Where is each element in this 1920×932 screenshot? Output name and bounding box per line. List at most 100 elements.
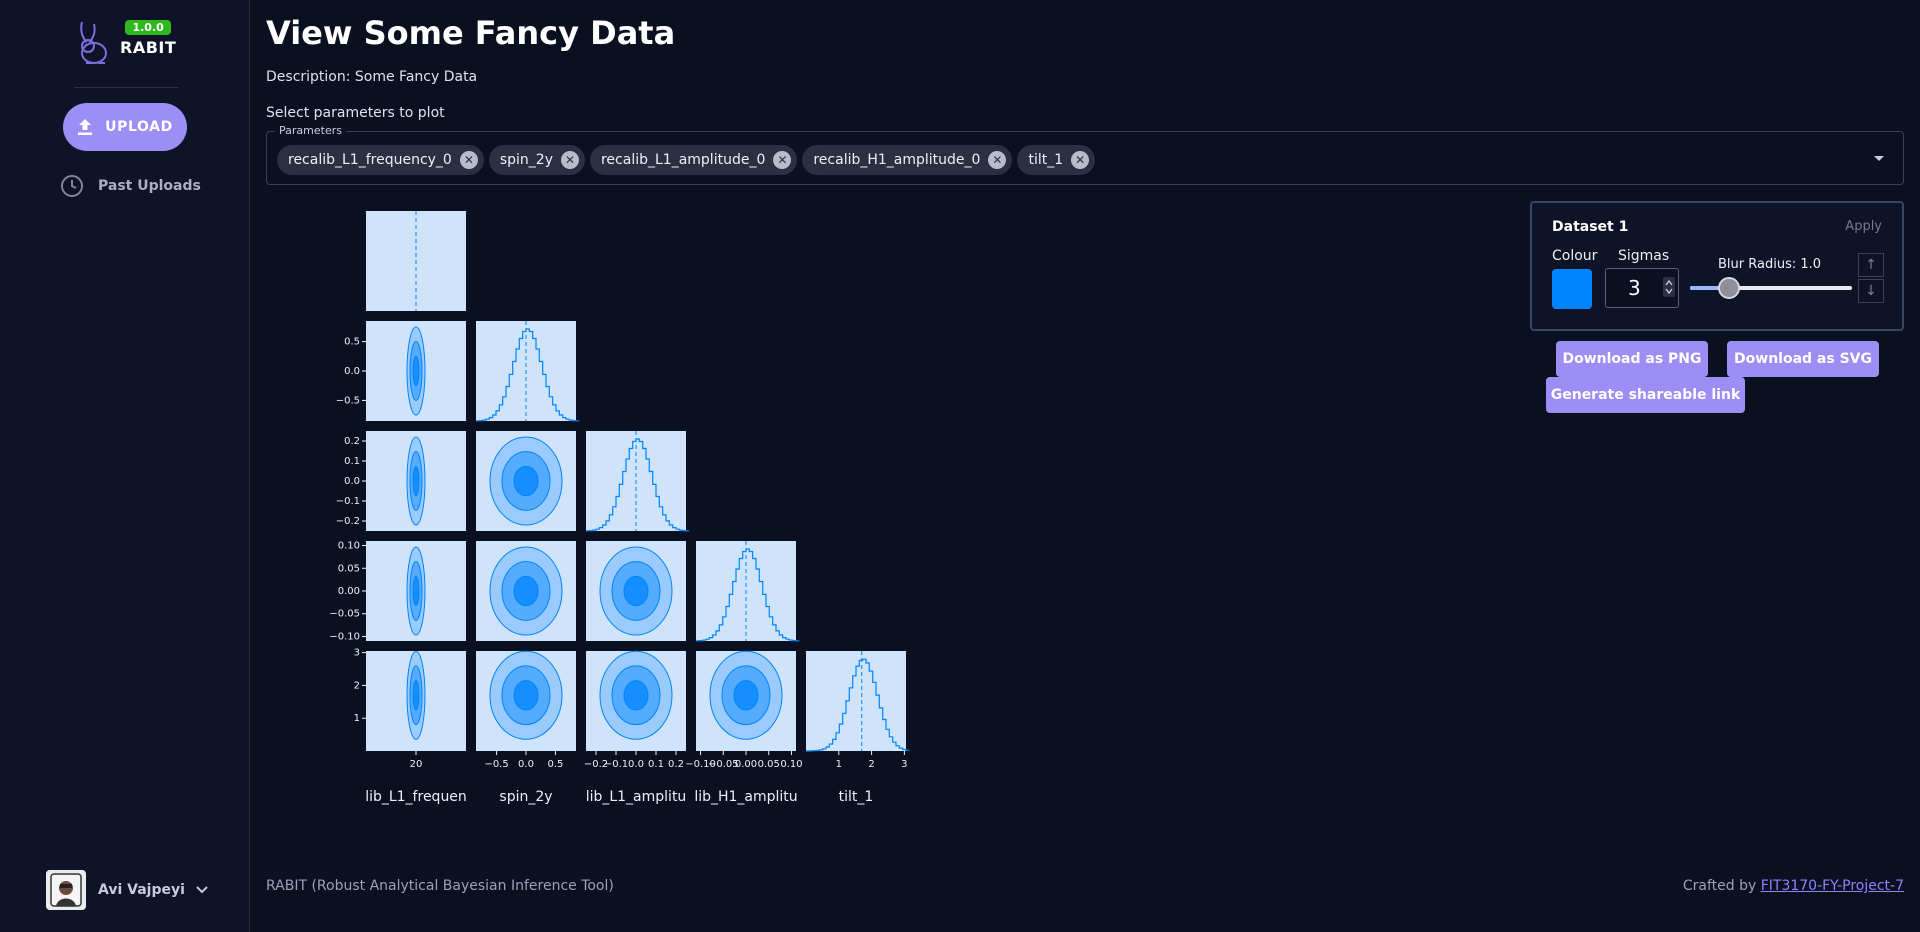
- dataset-title: Dataset 1: [1552, 219, 1629, 235]
- y-tick-label: −0.1: [336, 496, 360, 507]
- dataset-card: Dataset 1 Apply Colour Sigmas Blur Radiu…: [1530, 201, 1904, 331]
- chip-label: recalib_L1_frequency_0: [288, 152, 452, 168]
- clock-icon: [61, 175, 83, 197]
- parameters-legend: Parameters: [275, 124, 346, 137]
- y-tick-label: 0.0: [344, 366, 360, 377]
- contour-level-1: [733, 680, 759, 711]
- y-tick-label: 0.5: [344, 337, 360, 348]
- x-axis-title: lib_L1_amplitu: [586, 789, 687, 805]
- colour-label: Colour: [1552, 248, 1598, 264]
- x-axis-title: lib_L1_frequen: [365, 789, 467, 805]
- contour-level-1: [513, 680, 539, 711]
- blur-radius-label: Blur Radius: 1.0: [1718, 257, 1822, 272]
- chip-remove-icon[interactable]: ✕: [459, 151, 478, 169]
- contour-level-1: [412, 465, 420, 497]
- contour-level-1: [623, 575, 649, 607]
- select-parameters-label: Select parameters to plot: [266, 105, 445, 121]
- upload-icon: [78, 119, 93, 135]
- parameters-select[interactable]: Parameters recalib_L1_frequency_0 ✕ spin_…: [266, 124, 1904, 185]
- x-tick-label: 3: [901, 759, 907, 770]
- footer-credit: Crafted by FIT3170-FY-Project-7: [1683, 878, 1904, 894]
- y-tick-label: 0.2: [344, 436, 360, 447]
- x-tick-label: 20: [410, 759, 423, 770]
- past-uploads-link[interactable]: Past Uploads: [60, 174, 201, 198]
- contour-level-1: [412, 355, 420, 387]
- parameter-chip[interactable]: recalib_H1_amplitude_0 ✕: [802, 145, 1013, 175]
- colour-picker[interactable]: [1552, 269, 1592, 309]
- avatar: [46, 870, 86, 910]
- y-tick-label: −0.2: [336, 516, 360, 527]
- parameter-chip[interactable]: tilt_1 ✕: [1017, 145, 1096, 175]
- chip-remove-icon[interactable]: ✕: [560, 151, 579, 169]
- contour-level-1: [623, 680, 649, 711]
- parameter-chip[interactable]: spin_2y ✕: [488, 145, 585, 175]
- download-svg-button[interactable]: Download as SVG: [1727, 341, 1879, 377]
- parameter-chip[interactable]: recalib_L1_frequency_0 ✕: [277, 145, 484, 175]
- chip-label: spin_2y: [499, 152, 553, 168]
- slider-thumb[interactable]: [1717, 277, 1740, 299]
- parameter-chips: recalib_L1_frequency_0 ✕ spin_2y ✕ recalib…: [277, 145, 1096, 175]
- dropdown-arrow-icon[interactable]: [1873, 155, 1885, 163]
- version-badge: 1.0.0: [125, 20, 171, 35]
- chip-remove-icon[interactable]: ✕: [1071, 151, 1090, 169]
- past-uploads-label: Past Uploads: [98, 178, 201, 194]
- y-tick-label: −0.05: [329, 609, 360, 620]
- chip-remove-icon[interactable]: ✕: [773, 151, 792, 169]
- blur-radius-slider[interactable]: [1690, 277, 1852, 299]
- chevron-down-icon[interactable]: [195, 885, 209, 895]
- x-tick-label: 0.2: [668, 759, 684, 770]
- y-tick-label: 3: [354, 648, 360, 659]
- y-tick-label: 0.00: [338, 586, 360, 597]
- move-up-button[interactable]: ↑: [1858, 253, 1884, 277]
- description: Description: Some Fancy Data: [266, 69, 478, 85]
- divider: [74, 87, 178, 88]
- x-tick-label: 0.00: [735, 759, 757, 770]
- x-tick-label: −0.5: [484, 759, 508, 770]
- contour-level-1: [513, 575, 539, 607]
- chip-label: tilt_1: [1028, 152, 1064, 168]
- y-tick-label: −0.5: [336, 395, 360, 406]
- move-down-button[interactable]: ↓: [1858, 279, 1884, 303]
- user-menu[interactable]: Avi Vajpeyi: [46, 870, 209, 910]
- chip-remove-icon[interactable]: ✕: [988, 151, 1007, 169]
- brand[interactable]: 1.0.0 RABIT: [74, 20, 176, 68]
- download-png-button[interactable]: Download as PNG: [1556, 341, 1708, 377]
- x-tick-label: 0.0: [628, 759, 644, 770]
- x-tick-label: −0.1: [604, 759, 628, 770]
- y-tick-label: 0.0: [344, 476, 360, 487]
- x-axis-title: lib_H1_amplitu: [694, 789, 797, 805]
- brand-name: RABIT: [120, 38, 177, 57]
- apply-button[interactable]: Apply: [1845, 219, 1882, 234]
- y-tick-label: 0.1: [344, 456, 360, 467]
- contour-level-1: [412, 680, 420, 711]
- contour-level-1: [513, 465, 539, 497]
- rabbit-logo-icon: [80, 21, 107, 64]
- x-tick-label: 0.5: [547, 759, 563, 770]
- footer-tool-name: RABIT (Robust Analytical Bayesian Infere…: [266, 878, 614, 894]
- sidebar: 1.0.0 RABIT UPLOAD Past Uploads Avi Vajp…: [0, 0, 250, 932]
- chip-label: recalib_H1_amplitude_0: [813, 152, 981, 168]
- upload-label: UPLOAD: [105, 119, 173, 135]
- x-axis-title: tilt_1: [839, 789, 874, 805]
- y-tick-label: −0.10: [329, 631, 360, 642]
- y-tick-label: 0.10: [338, 541, 360, 552]
- project-link[interactable]: FIT3170-FY-Project-7: [1761, 878, 1904, 894]
- x-axis-title: spin_2y: [499, 789, 552, 805]
- page-title: View Some Fancy Data: [266, 14, 676, 52]
- stepper-arrows-icon[interactable]: [1663, 277, 1675, 297]
- parameter-chip[interactable]: recalib_L1_amplitude_0 ✕: [589, 145, 798, 175]
- y-tick-label: 2: [354, 680, 360, 691]
- corner-plot: 0.50.0−0.5spin_2y0.20.10.0−0.1−0.2lib_L1…: [329, 211, 910, 805]
- upload-button[interactable]: UPLOAD: [63, 103, 187, 151]
- x-tick-label: 0.1: [648, 759, 664, 770]
- x-tick-label: 0.05: [758, 759, 780, 770]
- x-tick-label: 0.0: [518, 759, 534, 770]
- x-tick-label: 0.10: [780, 759, 802, 770]
- chip-label: recalib_L1_amplitude_0: [600, 152, 766, 168]
- contour-level-1: [412, 575, 420, 607]
- user-name: Avi Vajpeyi: [98, 882, 185, 898]
- share-link-button[interactable]: Generate shareable link: [1546, 377, 1745, 413]
- x-tick-label: 1: [836, 759, 842, 770]
- y-tick-label: 0.05: [338, 563, 360, 574]
- y-tick-label: 1: [354, 713, 360, 724]
